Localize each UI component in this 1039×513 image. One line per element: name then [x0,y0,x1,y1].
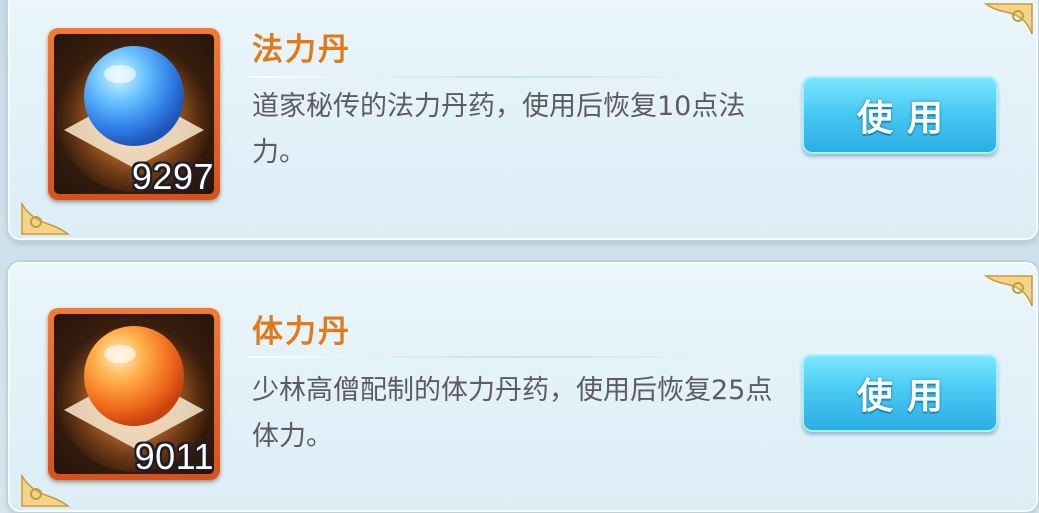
item-card-stamina-pill: 9011 体力丹 少林高僧配制的体力丹药，使用后恢复25点体力。 使用 [8,262,1038,512]
corner-ornament-icon [18,198,78,238]
item-description: 道家秘传的法力丹药，使用后恢复10点法力。 [252,91,746,168]
item-card-mana-pill: 9297 法力丹 道家秘传的法力丹药，使用后恢复10点法力。 使用 [8,0,1038,240]
item-icon-frame: 9011 [48,308,220,480]
corner-ornament-icon [976,272,1036,312]
corner-ornament-icon [976,0,1036,40]
use-button-label: 使用 [856,98,957,139]
divider [248,356,698,358]
item-count: 9297 [131,156,214,197]
item-icon-frame: 9297 [48,28,220,200]
divider [248,76,698,78]
use-button[interactable]: 使用 [802,354,998,432]
item-title: 体力丹 [252,314,351,350]
item-count: 9011 [134,436,214,477]
use-button[interactable]: 使用 [802,76,998,154]
use-button-label: 使用 [856,376,957,417]
item-title: 法力丹 [252,32,351,68]
item-description: 少林高僧配制的体力丹药，使用后恢复25点体力。 [252,375,773,452]
